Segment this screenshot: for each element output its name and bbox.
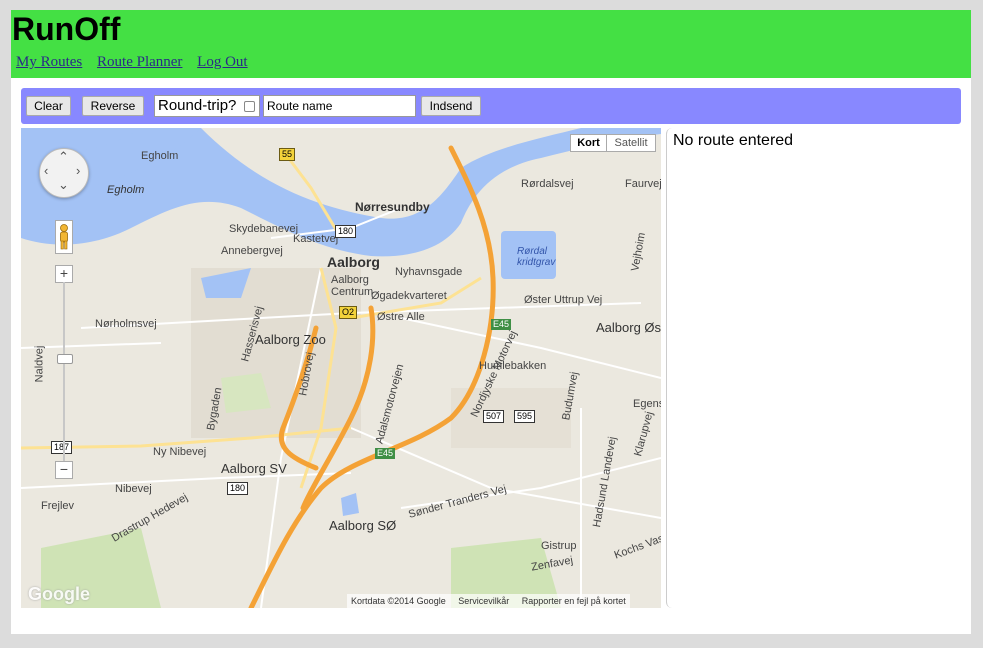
round-trip-checkbox[interactable] xyxy=(244,101,255,112)
road-shield: E45 xyxy=(491,319,512,330)
map-label: Aalborg Zoo xyxy=(255,332,326,347)
round-trip-toggle: Round-trip? xyxy=(154,95,260,117)
map-label: Aalborg SØ xyxy=(329,518,397,533)
map-label: Aalborg Centrum xyxy=(331,274,374,298)
nav-my-routes[interactable]: My Routes xyxy=(16,54,82,70)
pan-down-icon[interactable]: ⌄ xyxy=(58,177,69,193)
google-logo: Google xyxy=(28,584,90,604)
report-error-link[interactable]: Rapporter en fejl på kortet xyxy=(522,596,626,606)
road-shield: 180 xyxy=(335,225,357,238)
map-label: Faurvej xyxy=(625,178,661,190)
zoom-in-button[interactable]: + xyxy=(55,265,73,283)
map-label: Ny Nibevej xyxy=(153,446,207,458)
map-label: Aalborg xyxy=(327,254,380,270)
map-label: Nyhavnsgade xyxy=(395,266,463,278)
app-title: RunOff xyxy=(12,11,121,47)
map-label: Nørholmsvej xyxy=(95,318,157,330)
round-trip-label: Round-trip? xyxy=(158,97,237,114)
pan-left-icon[interactable]: ‹ xyxy=(44,163,48,178)
map-label: Gistrup xyxy=(541,540,577,552)
map-attribution: Kortdata ©2014 Google Servicevilkår Rapp… xyxy=(347,594,630,608)
page: RunOff My Routes Route Planner Log Out C… xyxy=(11,10,971,634)
zoom-slider-track[interactable] xyxy=(63,282,65,462)
road-shield: 507 xyxy=(483,410,505,423)
map-label: Kastetvej xyxy=(293,233,339,245)
map-label: Egense xyxy=(633,398,661,410)
road-shield: 595 xyxy=(514,410,536,423)
map-label: Nibevej xyxy=(115,483,152,495)
map-label: Nørresundby xyxy=(355,200,430,214)
map-label: Egholm xyxy=(107,184,145,196)
route-toolbar: Clear Reverse Round-trip? Indsend xyxy=(21,88,961,124)
nav-log-out[interactable]: Log Out xyxy=(197,54,247,70)
road-shield: 55 xyxy=(279,148,296,161)
clear-button[interactable]: Clear xyxy=(26,96,71,116)
map-label: Annebergvej xyxy=(221,245,283,257)
pan-up-icon[interactable]: ⌃ xyxy=(58,149,69,165)
submit-button[interactable]: Indsend xyxy=(421,96,481,116)
road-shield: 187 xyxy=(51,441,73,454)
map-label: Aalborg Øst xyxy=(596,320,661,335)
terms-link[interactable]: Servicevilkår xyxy=(458,596,509,606)
map-label: Naldvej xyxy=(33,345,46,383)
map-data-credit: Kortdata ©2014 Google xyxy=(351,596,446,606)
nav-route-planner[interactable]: Route Planner xyxy=(97,54,182,70)
reverse-button[interactable]: Reverse xyxy=(82,96,144,116)
pan-control[interactable]: ⌃ ‹ › ⌄ xyxy=(39,148,89,198)
map-type-map-button[interactable]: Kort xyxy=(570,134,607,152)
street-view-pegman[interactable] xyxy=(55,220,73,254)
map-label: Aalborg SV xyxy=(221,461,287,476)
pegman-icon xyxy=(60,224,68,250)
map-label: Øster Uttrup Vej xyxy=(524,294,603,306)
zoom-out-button[interactable]: − xyxy=(55,461,73,479)
zoom-slider-handle[interactable] xyxy=(57,354,73,364)
road-shield: O2 xyxy=(339,306,358,319)
main-nav: My Routes Route Planner Log Out xyxy=(16,54,259,71)
map-label: Rørdalsvej xyxy=(521,178,574,190)
map-view[interactable]: Egholm Egholm Nørresundby Rørdalsvej Fau… xyxy=(21,128,661,608)
map-label: Skydebanevej xyxy=(229,223,299,235)
road-shield: 180 xyxy=(227,482,249,495)
route-info-panel: No route entered xyxy=(666,128,962,608)
map-label: Østre Alle xyxy=(377,311,425,323)
road-shield: E45 xyxy=(375,448,396,459)
map-type-satellite-button[interactable]: Satellit xyxy=(606,134,656,152)
header: RunOff My Routes Route Planner Log Out xyxy=(11,10,971,78)
route-name-input[interactable] xyxy=(263,95,416,117)
map-label: Rørdal kridtgrav xyxy=(517,246,556,268)
map-label: Øgadekvarteret xyxy=(371,290,447,302)
map-label: Frejlev xyxy=(41,500,75,512)
route-status: No route entered xyxy=(673,132,794,149)
pan-right-icon[interactable]: › xyxy=(76,163,80,178)
map-label: Egholm xyxy=(141,150,179,162)
